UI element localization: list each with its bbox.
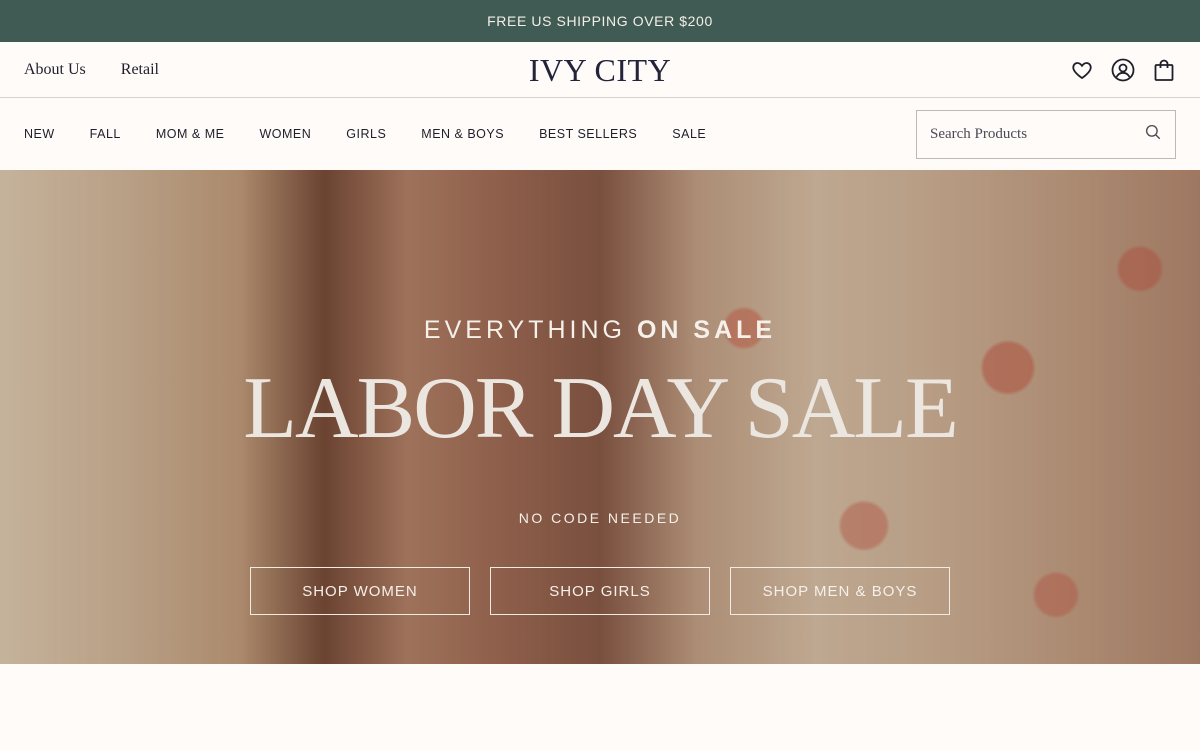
hero-headline: LABOR DAY SALE <box>243 360 959 457</box>
shop-men-boys-button[interactable]: SHOP MEN & BOYS <box>730 567 950 615</box>
user-icon[interactable] <box>1111 58 1135 82</box>
top-header: About Us Retail IVY CITY <box>0 42 1200 98</box>
main-nav: NEW FALL MOM & ME WOMEN GIRLS MEN & BOYS… <box>0 98 1200 170</box>
site-logo[interactable]: IVY CITY <box>529 52 671 89</box>
nav-item-best-sellers[interactable]: BEST SELLERS <box>539 127 637 141</box>
hero-eyebrow-bold: ON SALE <box>636 316 777 344</box>
nav-item-sale[interactable]: SALE <box>672 127 706 141</box>
nav-item-fall[interactable]: FALL <box>90 127 121 141</box>
hero-content: EVERYTHING ON SALE LABOR DAY SALE NO COD… <box>0 170 1200 664</box>
hero-eyebrow-light: EVERYTHING <box>423 316 626 344</box>
nav-item-men-and-boys[interactable]: MEN & BOYS <box>421 127 504 141</box>
search-box <box>916 109 1176 159</box>
nav-item-new[interactable]: NEW <box>24 127 55 141</box>
hero-eyebrow: EVERYTHING ON SALE <box>0 316 1200 345</box>
heart-icon[interactable] <box>1070 58 1094 82</box>
about-us-link[interactable]: About Us <box>24 61 86 79</box>
shop-women-button[interactable]: SHOP WOMEN <box>250 567 470 615</box>
bag-icon[interactable] <box>1152 58 1176 82</box>
announcement-text: FREE US SHIPPING OVER $200 <box>487 13 713 29</box>
nav-item-women[interactable]: WOMEN <box>259 127 311 141</box>
retail-link[interactable]: Retail <box>121 61 159 79</box>
hero-banner: EVERYTHING ON SALE LABOR DAY SALE NO COD… <box>0 170 1200 664</box>
header-actions <box>1070 58 1176 82</box>
nav-item-mom-and-me[interactable]: MOM & ME <box>156 127 225 141</box>
search-input[interactable] <box>930 125 1144 143</box>
hero-subline: NO CODE NEEDED <box>518 510 682 526</box>
search-icon[interactable] <box>1144 123 1162 146</box>
nav-links: NEW FALL MOM & ME WOMEN GIRLS MEN & BOYS… <box>24 127 706 141</box>
announcement-bar: FREE US SHIPPING OVER $200 <box>0 0 1200 42</box>
header-links: About Us Retail <box>24 61 159 79</box>
shop-girls-button[interactable]: SHOP GIRLS <box>490 567 710 615</box>
hero-buttons: SHOP WOMEN SHOP GIRLS SHOP MEN & BOYS <box>0 567 1200 615</box>
nav-item-girls[interactable]: GIRLS <box>346 127 386 141</box>
